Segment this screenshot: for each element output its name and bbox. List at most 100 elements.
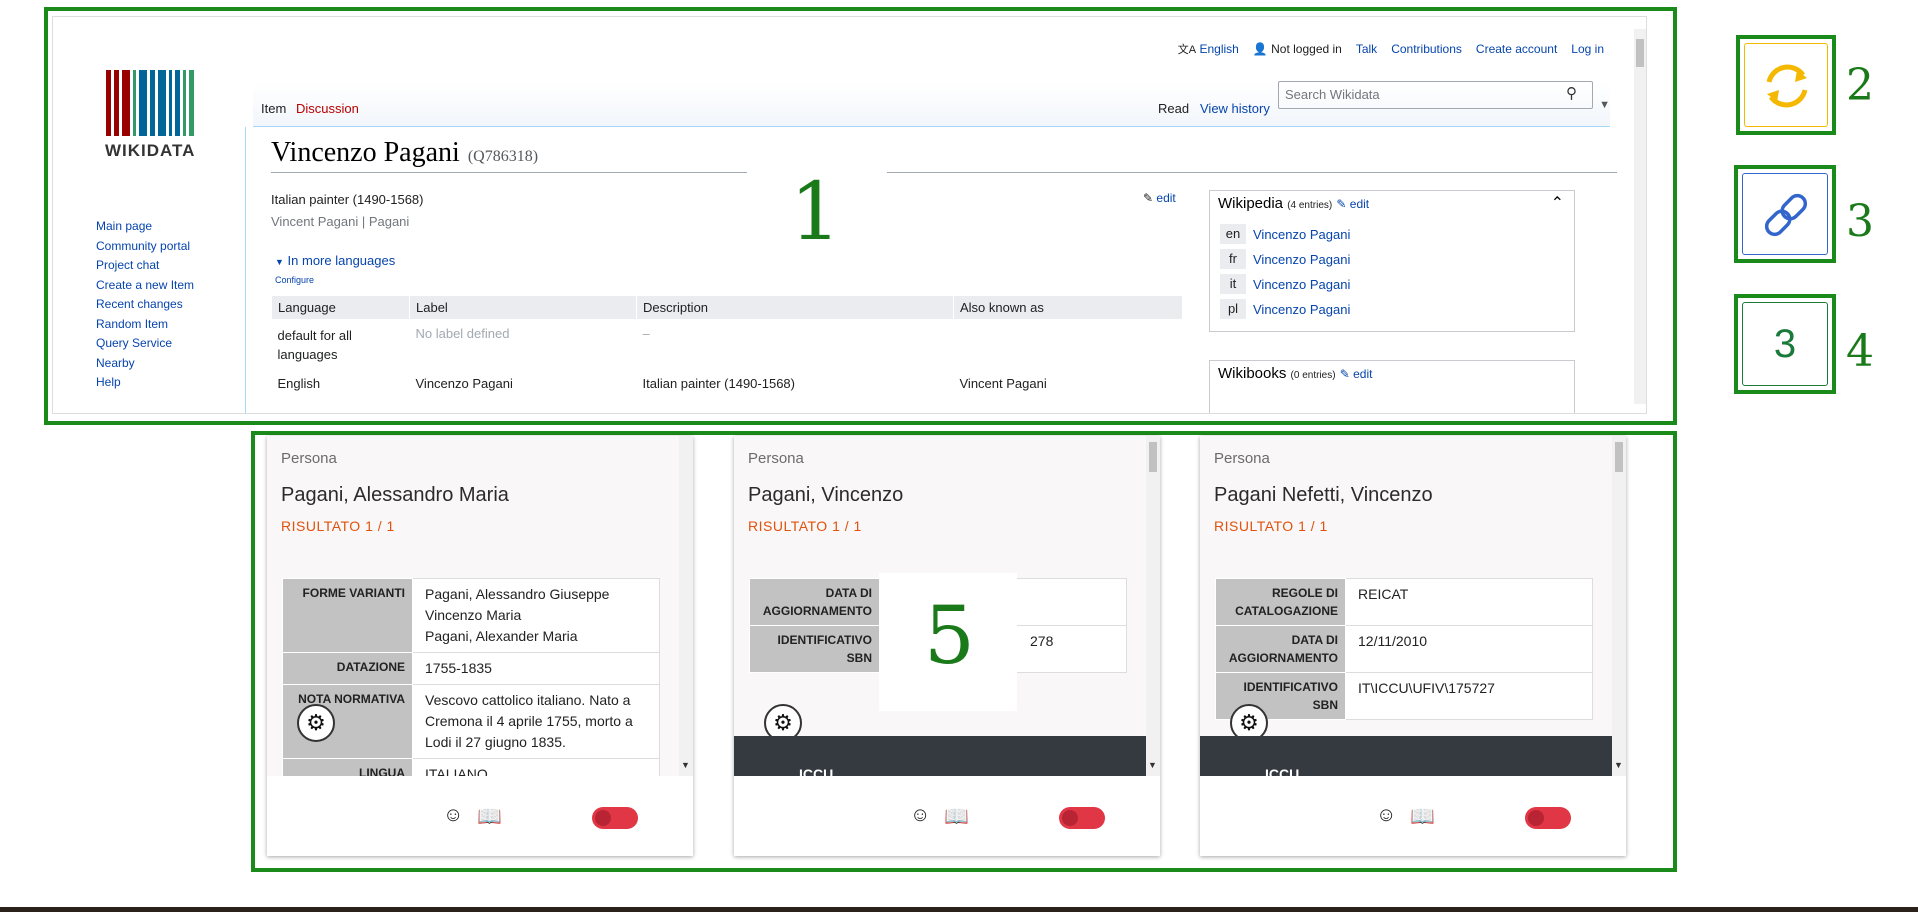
table-row: IDENTIFICATIVO SBN IT\ICCU\UFIV\175727 [1215,672,1593,720]
number-badge-button[interactable]: 3 [1742,302,1828,386]
scrollbar[interactable] [1634,29,1646,404]
card-toggle[interactable] [592,807,638,829]
card-scrollbar[interactable] [1612,436,1626,776]
wikibooks-sitelinks: Wikibooks (0 entries) ✎ edit [1209,360,1575,413]
table-row: default for all languages No label defin… [277,326,650,362]
card-footer: ☺ 📖 [267,776,693,856]
label-3: 3 [1846,196,1874,247]
tab-read[interactable]: Read [1153,101,1194,116]
card-title[interactable]: Pagani, Vincenzo [748,484,903,507]
edit-button[interactable]: ✎ edit [1143,191,1176,205]
label-4: 4 [1846,326,1874,377]
settings-gear-icon[interactable]: ⚙ [297,704,335,742]
label-2: 2 [1846,60,1874,111]
search-icon[interactable]: ⚲ [1566,84,1577,102]
tab-discussion[interactable]: Discussion [291,101,364,116]
card-toggle[interactable] [1525,807,1571,829]
region-4-box: 3 [1734,294,1836,394]
tab-item[interactable]: Item [256,101,291,116]
card-details-table: REGOLE DI CATALOGAZIONE REICAT DATA DI AG… [1215,578,1593,720]
translate-icon: 文A [1177,44,1197,56]
talk-link[interactable]: Talk [1356,42,1377,56]
card-details-table: FORME VARIANTI Pagani, Alessandro Giusepp… [282,578,660,776]
log-in-link[interactable]: Log in [1571,42,1604,56]
tab-view-history[interactable]: View history [1195,101,1275,116]
header-description: Description [636,295,954,320]
sidebar-item-help[interactable]: Help [96,373,194,393]
sidebar-item-recent-changes[interactable]: Recent changes [96,295,194,315]
scroll-down-arrow-icon[interactable]: ▼ [1614,760,1623,770]
wikidata-logo[interactable] [106,70,194,136]
scroll-down-arrow-icon[interactable]: ▼ [1148,760,1157,770]
book-icon[interactable]: 📖 [1410,804,1435,829]
caret-down-icon: ▼ [275,257,284,267]
card-scrollbar[interactable] [1146,436,1160,776]
scroll-down-arrow-icon[interactable]: ▼ [681,760,690,770]
login-status: 👤 Not logged in [1252,42,1342,56]
card-type: Persona [1214,450,1270,467]
card-result-count: RISULTATO 1 / 1 [281,518,395,534]
toggle-knob [1062,810,1078,826]
book-icon[interactable]: 📖 [477,804,502,829]
contributions-link[interactable]: Contributions [1391,42,1462,56]
wikibooks-edit-button[interactable]: ✎ edit [1340,367,1373,381]
sidebar-item-main-page[interactable]: Main page [96,217,194,237]
sidebar-item-nearby[interactable]: Nearby [96,354,194,374]
scrollbar-thumb[interactable] [1636,39,1644,67]
language-selector[interactable]: 文A English [1178,41,1239,57]
sidebar-nav: Main page Community portal Project chat … [96,217,194,393]
search-input[interactable]: Search Wikidata [1278,81,1593,109]
sidebar-item-project-chat[interactable]: Project chat [96,256,194,276]
table-header-row: Language Label Description Also known as [271,295,1183,320]
sitelink-row: en Vincenzo Pagani [1220,224,1350,244]
wikipedia-sitelinks: Wikipedia (4 entries) ✎ edit ⌃ en Vincenz… [1209,190,1575,332]
link-button[interactable] [1742,173,1828,255]
sitelink-it[interactable]: Vincenzo Pagani [1253,277,1350,292]
label-1: 1 [790,165,841,258]
header-label: Label [409,295,637,320]
sitelink-pl[interactable]: Vincenzo Pagani [1253,302,1350,317]
title-rule-right [887,172,1617,173]
region-2-box [1736,35,1836,135]
link-icon [1764,193,1808,237]
collapse-icon[interactable]: ⌃ [1551,193,1564,213]
card-title[interactable]: Pagani, Alessandro Maria [281,484,509,507]
card-type: Persona [748,450,804,467]
languages-table: Language Label Description Also known as… [271,295,1183,397]
sidebar-item-query-service[interactable]: Query Service [96,334,194,354]
card-title[interactable]: Pagani Nefetti, Vincenzo [1214,484,1433,507]
sidebar-item-random-item[interactable]: Random Item [96,315,194,335]
table-row: DATA DI AGGIORNAMENTO 12/11/2010 [1215,625,1593,673]
table-row: English Vincenzo Pagani Italian painter … [277,376,1047,391]
result-card-2: Persona Pagani, Vincenzo RISULTATO 1 / 1… [734,436,1160,856]
person-icon[interactable]: ☺ [443,804,463,827]
book-icon[interactable]: 📖 [944,804,969,829]
card-scrollbar-thumb[interactable] [1615,442,1623,472]
wikidata-logo-text: WIKIDATA [105,141,196,160]
result-card-1: Persona Pagani, Alessandro Maria RISULTA… [267,436,693,856]
table-row: DATAZIONE 1755-1835 [282,652,660,685]
wikibooks-heading: Wikibooks (0 entries) ✎ edit [1218,365,1373,382]
person-icon[interactable]: ☺ [1376,804,1396,827]
card-toggle[interactable] [1059,807,1105,829]
sidebar-item-community-portal[interactable]: Community portal [96,237,194,257]
create-account-link[interactable]: Create account [1476,42,1557,56]
sync-button[interactable] [1744,43,1828,127]
card-result-count: RISULTATO 1 / 1 [1214,518,1328,534]
sitelink-row: fr Vincenzo Pagani [1220,249,1350,269]
sitelink-fr[interactable]: Vincenzo Pagani [1253,252,1350,267]
sidebar-item-create-item[interactable]: Create a new Item [96,276,194,296]
card-scrollbar[interactable] [679,436,693,776]
person-icon[interactable]: ☺ [910,804,930,827]
card-scrollbar-thumb[interactable] [1149,442,1157,472]
card-footer: ☺ 📖 [734,776,1160,856]
wikipedia-edit-button[interactable]: ✎ edit [1336,197,1369,211]
configure-link[interactable]: Configure [275,275,314,285]
item-description: Italian painter (1490-1568) [271,192,424,207]
sync-icon [1766,64,1808,108]
bottom-edge [0,907,1918,912]
in-more-languages-toggle[interactable]: ▼ In more languages [275,253,395,268]
more-menu-icon[interactable]: ▼ [1599,99,1610,111]
sitelink-en[interactable]: Vincenzo Pagani [1253,227,1350,242]
wikipedia-heading: Wikipedia (4 entries) ✎ edit [1218,195,1370,212]
